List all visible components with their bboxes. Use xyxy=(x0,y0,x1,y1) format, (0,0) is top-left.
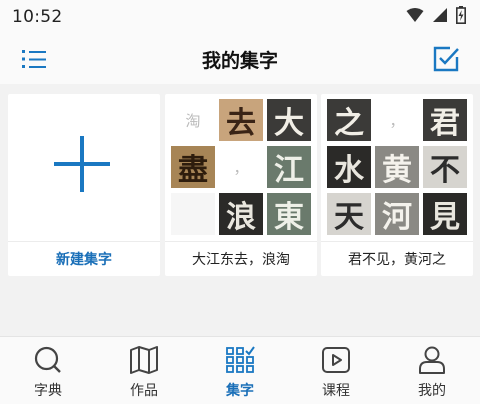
character-tile: 大 xyxy=(267,99,311,141)
character-tile: 淘 xyxy=(185,111,201,130)
menu-button[interactable] xyxy=(20,45,48,73)
map-icon xyxy=(130,346,158,374)
character-tile: 水 xyxy=(327,146,371,188)
character-tile: 河 xyxy=(375,193,419,235)
character-tile: 見 xyxy=(423,193,467,235)
search-icon xyxy=(34,346,61,373)
edit-button[interactable] xyxy=(432,45,460,73)
card-label: 君不见，黄河之 xyxy=(321,241,473,276)
nav-item-dictionary[interactable]: 字典 xyxy=(0,337,96,404)
battery-icon xyxy=(456,6,466,28)
nav-item-courses[interactable]: 课程 xyxy=(288,337,384,404)
character-tile: 君 xyxy=(423,99,467,141)
character-tile: 浪 xyxy=(219,193,263,235)
character-tile: 東 xyxy=(267,193,311,235)
nav-label: 集字 xyxy=(226,383,254,399)
character-grid: 淘 去 大 盡 ， 江 浪 東 xyxy=(171,99,311,235)
nav-item-profile[interactable]: 我的 xyxy=(384,337,480,404)
card-art: 淘 去 大 盡 ， 江 浪 東 xyxy=(165,94,317,238)
collection-card[interactable]: 淘 去 大 盡 ， 江 浪 東 大江东去，浪淘 xyxy=(165,94,317,276)
bottom-nav: 字典 作品 集字 课程 我的 xyxy=(0,336,480,404)
nav-label: 字典 xyxy=(34,383,62,399)
status-icons xyxy=(406,6,466,28)
character-tile: ， xyxy=(233,158,249,177)
nav-label: 我的 xyxy=(418,383,446,399)
signal-icon xyxy=(432,7,448,27)
card-art xyxy=(8,94,160,238)
card-label: 大江东去，浪淘 xyxy=(165,241,317,276)
plus-icon xyxy=(54,136,110,192)
video-icon xyxy=(322,347,350,373)
nav-label: 作品 xyxy=(130,383,158,399)
character-tile: 盡 xyxy=(171,146,215,188)
wifi-icon xyxy=(406,7,424,27)
card-art: 之 ， 君 水 黄 不 天 河 見 xyxy=(321,94,473,238)
character-tile: 黄 xyxy=(375,146,419,188)
character-tile: 去 xyxy=(219,99,263,141)
new-collection-card[interactable]: 新建集字 xyxy=(8,94,160,276)
nav-item-works[interactable]: 作品 xyxy=(96,337,192,404)
status-bar: 10:52 xyxy=(0,0,480,34)
character-grid: 之 ， 君 水 黄 不 天 河 見 xyxy=(327,99,467,235)
list-icon xyxy=(22,50,46,68)
app-header: 我的集字 xyxy=(0,34,480,84)
nav-item-collection[interactable]: 集字 xyxy=(192,337,288,404)
collection-card[interactable]: 之 ， 君 水 黄 不 天 河 見 君不见，黄河之 xyxy=(321,94,473,276)
collection-grid: 新建集字 淘 去 大 盡 ， 江 浪 東 大江东去，浪淘 之 ， 君 水 黄 不… xyxy=(0,84,480,336)
card-label: 新建集字 xyxy=(8,241,160,276)
grid-icon xyxy=(226,346,255,373)
character-tile xyxy=(171,193,215,235)
user-icon xyxy=(419,346,445,374)
character-tile: 天 xyxy=(327,193,371,235)
status-time: 10:52 xyxy=(12,7,63,27)
character-tile: 不 xyxy=(423,146,467,188)
nav-label: 课程 xyxy=(322,383,350,399)
character-tile: 之 xyxy=(327,99,371,141)
character-tile: 江 xyxy=(267,146,311,188)
page-title: 我的集字 xyxy=(201,49,278,72)
edit-check-icon xyxy=(433,46,459,72)
character-tile: ， xyxy=(389,111,405,130)
